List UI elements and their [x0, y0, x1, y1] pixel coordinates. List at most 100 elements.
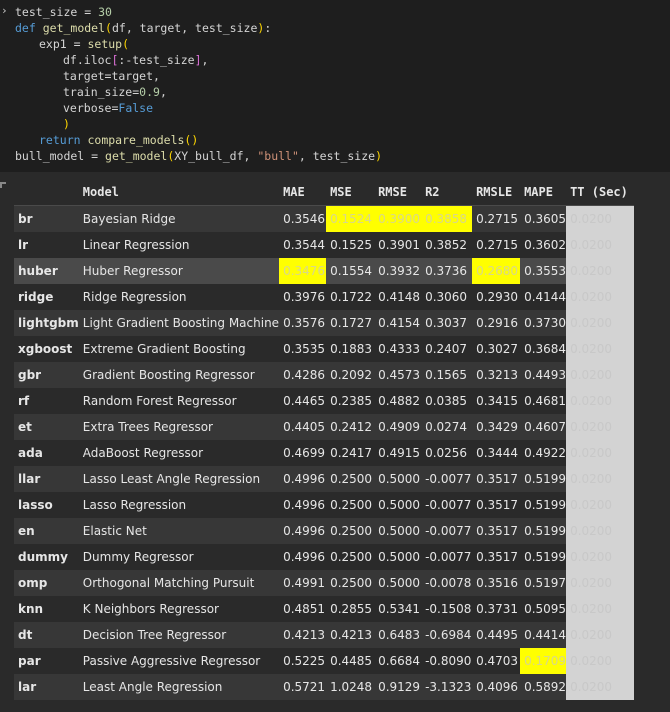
- table-row: huber Huber Regressor 0.3476 0.1554 0.3932 0.…: [14, 258, 635, 284]
- metric-cell: 0.0200: [566, 544, 635, 570]
- output-marker-icon: [0, 182, 6, 188]
- model-name: Dummy Regressor: [78, 544, 280, 570]
- metric-cell: 0.4405: [279, 414, 327, 440]
- metric-cell: 0.5000: [374, 466, 422, 492]
- model-name: Light Gradient Boosting Machine: [78, 310, 280, 336]
- metric-cell: 0.3852: [421, 232, 473, 258]
- table-row: dt Decision Tree Regressor 0.4213 0.4213 0.6…: [14, 622, 635, 648]
- metric-cell: 0.2500: [326, 466, 375, 492]
- table-row: knn K Neighbors Regressor 0.4851 0.2855 0.53…: [14, 596, 635, 622]
- metric-cell: 0.3517: [472, 492, 521, 518]
- metric-cell: 0.0200: [566, 310, 635, 336]
- code-line-2: def get_model(df, target, test_size):: [15, 21, 272, 35]
- metric-cell: 0.6483: [374, 622, 422, 648]
- metric-cell: 0.4154: [374, 310, 422, 336]
- metric-cell: 0.4996: [279, 492, 327, 518]
- code-line-8: ): [63, 117, 70, 131]
- metric-cell: -0.0077: [421, 518, 473, 544]
- model-name: Least Angle Regression: [78, 674, 280, 700]
- metric-cell: 0.0200: [566, 596, 635, 622]
- metric-cell: -0.6984: [421, 622, 473, 648]
- code-line-6: train_size=0.9,: [63, 85, 167, 99]
- metric-cell: 0.4991: [279, 570, 327, 596]
- metric-cell: 0.5199: [520, 518, 567, 544]
- column-header-5: R2: [421, 179, 473, 206]
- model-name: Extra Trees Regressor: [78, 414, 280, 440]
- metric-cell: 0.5225: [279, 648, 327, 674]
- metric-cell: 0.1722: [326, 284, 375, 310]
- metric-cell: 0.4996: [279, 544, 327, 570]
- model-name: Extreme Gradient Boosting: [78, 336, 280, 362]
- row-key: knn: [14, 596, 79, 622]
- code-line-1: test_size = 30: [15, 5, 112, 19]
- code-line-9: return compare_models(): [39, 133, 199, 147]
- metric-cell: 0.2715: [472, 232, 521, 258]
- metric-cell: 0.3516: [472, 570, 521, 596]
- metric-cell: 0.4144: [520, 284, 567, 310]
- metric-cell: 0.0274: [421, 414, 473, 440]
- table-row: ada AdaBoost Regressor 0.4699 0.2417 0.4915 0…: [14, 440, 635, 466]
- row-key: lasso: [14, 492, 79, 518]
- model-name: Gradient Boosting Regressor: [78, 362, 280, 388]
- table-row: et Extra Trees Regressor 0.4405 0.2412 0.490…: [14, 414, 635, 440]
- metric-cell: 0.3517: [472, 466, 521, 492]
- metric-cell: 0.5199: [520, 544, 567, 570]
- table-row: llar Lasso Least Angle Regression 0.4996 0.…: [14, 466, 635, 492]
- metric-cell: 0.0200: [566, 466, 635, 492]
- model-name: AdaBoost Regressor: [78, 440, 280, 466]
- table-row: br Bayesian Ridge 0.3546 0.1524 0.3900 0.3858…: [14, 205, 635, 232]
- cell-output: Model MAE MSE RMSE R2 RMSLE MAPE TT (Sec) br Bay…: [0, 172, 670, 712]
- metric-cell: 0.4148: [374, 284, 422, 310]
- metric-cell: 0.4485: [326, 648, 375, 674]
- metric-cell: 0.5000: [374, 518, 422, 544]
- column-header-6: RMSLE: [472, 179, 521, 206]
- metric-cell: 0.0385: [421, 388, 473, 414]
- metric-cell: -0.0077: [421, 466, 473, 492]
- code-cell[interactable]: › test_size = 30 def get_model(df, targe…: [0, 0, 670, 172]
- metric-cell: 0.5199: [520, 466, 567, 492]
- table-row: rf Random Forest Regressor 0.4465 0.2385 0.4…: [14, 388, 635, 414]
- metric-cell: 0.4681: [520, 388, 567, 414]
- metric-cell: 0.4699: [279, 440, 327, 466]
- metric-cell: -0.0077: [421, 544, 473, 570]
- metric-cell: 0.3605: [520, 205, 567, 232]
- row-key: en: [14, 518, 79, 544]
- compare-models-table: Model MAE MSE RMSE R2 RMSLE MAPE TT (Sec) br Bay…: [14, 179, 635, 700]
- row-key: huber: [14, 258, 79, 284]
- metric-cell: 0.3731: [472, 596, 521, 622]
- metric-cell: 0.4573: [374, 362, 422, 388]
- model-name: K Neighbors Regressor: [78, 596, 280, 622]
- metric-cell: 0.5892: [520, 674, 567, 700]
- metric-cell: 0.3976: [279, 284, 327, 310]
- metric-cell: 0.0200: [566, 362, 635, 388]
- collapse-chevron-icon[interactable]: ›: [1, 4, 8, 17]
- metric-cell: 0.3476: [279, 258, 327, 284]
- metric-cell: 0.4286: [279, 362, 327, 388]
- metric-cell: 0.0200: [566, 440, 635, 466]
- metric-cell: 0.4465: [279, 388, 327, 414]
- metric-cell: 0.4333: [374, 336, 422, 362]
- metric-cell: 0.3553: [520, 258, 567, 284]
- metric-cell: 0.4915: [374, 440, 422, 466]
- metric-cell: 0.3576: [279, 310, 327, 336]
- row-key: omp: [14, 570, 79, 596]
- metric-cell: 0.3037: [421, 310, 473, 336]
- metric-cell: 0.5721: [279, 674, 327, 700]
- metric-cell: 0.4607: [520, 414, 567, 440]
- table-row: lasso Lasso Regression 0.4996 0.2500 0.5000-…: [14, 492, 635, 518]
- metric-cell: -0.0078: [421, 570, 473, 596]
- metric-cell: 0.2500: [326, 544, 375, 570]
- metric-cell: 0.2412: [326, 414, 375, 440]
- metric-cell: 0.4096: [472, 674, 521, 700]
- metric-cell: 0.5000: [374, 544, 422, 570]
- metric-cell: 0.3544: [279, 232, 327, 258]
- column-header-7: MAPE: [520, 179, 567, 206]
- metric-cell: 0.2916: [472, 310, 521, 336]
- metric-cell: -0.8090: [421, 648, 473, 674]
- metric-cell: 0.3517: [472, 518, 521, 544]
- metric-cell: 0.4213: [326, 622, 375, 648]
- table-row: xgboost Extreme Gradient Boosting 0.3535 0.…: [14, 336, 635, 362]
- table-row: lar Least Angle Regression 0.5721 1.0248 0.9…: [14, 674, 635, 700]
- metric-cell: 0.4414: [520, 622, 567, 648]
- metric-cell: 0.3027: [472, 336, 521, 362]
